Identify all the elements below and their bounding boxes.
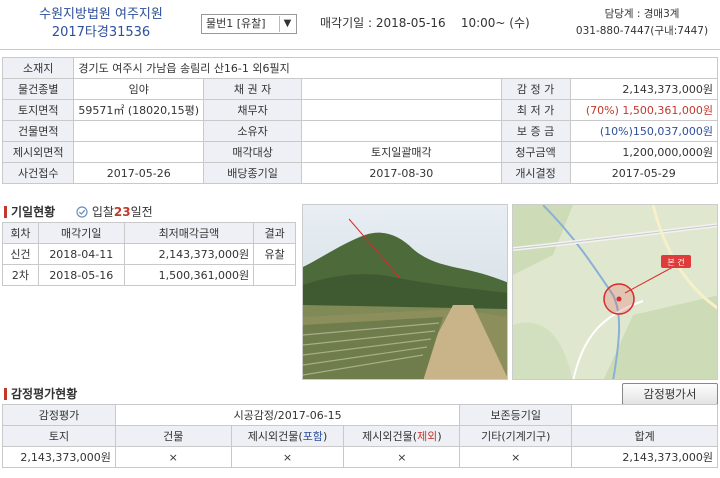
history-header: 최저매각금액 [123, 222, 255, 244]
dept-value: : 경매3계 [636, 8, 680, 20]
val-building: × [114, 446, 232, 468]
debtor-label: 채무자 [203, 99, 303, 121]
item-select-value: 물번1 [유찰] [206, 17, 266, 30]
days-count: 23 [113, 205, 131, 219]
claim-value: 1,200,000,000원 [569, 141, 719, 163]
location-map-image: 본 건 [513, 205, 717, 379]
owner-value [301, 120, 502, 142]
sale-target-value: 토지일괄매각 [301, 141, 502, 163]
col-other: 기타(기계기구) [459, 425, 573, 447]
location-map[interactable]: 본 건 [512, 204, 718, 380]
item-number-select[interactable]: 물번1 [유찰] ▼ [201, 14, 297, 34]
received-value: 2017-05-26 [73, 162, 205, 184]
section-marker-icon [4, 388, 7, 400]
table-row: 2차 2018-05-16 1,500,361,000원 [2, 264, 296, 286]
check-circle-icon [76, 206, 88, 218]
court-name: 수원지방법원 여주지원 [39, 7, 163, 22]
preservation-date-label: 보존등기일 [459, 404, 573, 426]
type-label: 물건종별 [1, 78, 75, 100]
department-info: 담당계 : 경매3계 031-880-7447(구내:7447) [568, 6, 716, 40]
owner-label: 소유자 [203, 120, 303, 142]
location-value: 경기도 여주시 가남읍 송림리 산16-1 외6필지 [73, 57, 718, 79]
creditor-value [301, 78, 502, 100]
land-area-label: 토지면적 [1, 99, 75, 121]
preservation-date-value [571, 404, 718, 426]
appraisal-report-button[interactable]: 감정평가서 [622, 383, 718, 405]
sale-date-label: 매각기일 [320, 16, 365, 30]
table-row: 2,143,373,000원 × × × × 2,143,373,000원 [2, 446, 718, 468]
received-label: 사건접수 [1, 162, 75, 184]
history-table: 회차 매각기일 최저매각금액 결과 신건 2018-04-11 2,143,37… [2, 222, 296, 286]
val-total: 2,143,373,000원 [571, 446, 718, 468]
days-remaining: 입찰23일전 [76, 204, 153, 220]
appraisal-label-cell: 감정평가 [2, 404, 116, 426]
appraisal-table: 감정평가 시공감정/2017-06-15 보존등기일 토지 건물 제시외건물(포… [2, 404, 718, 468]
type-value: 임야 [73, 78, 205, 100]
deposit-value: (10%)150,037,000원 [569, 120, 719, 142]
table-row: 신건 2018-04-11 2,143,373,000원 유찰 [2, 243, 296, 265]
start-decision-label: 개시결정 [500, 162, 571, 184]
location-label: 소재지 [1, 57, 75, 79]
dept-phone: 031-880-7447(구내:7447) [575, 25, 709, 37]
chevron-down-icon[interactable]: ▼ [279, 16, 295, 32]
dept-label: 담당계 [604, 8, 634, 20]
sale-date-value: : 2018-05-16 10:00~ (수) [368, 16, 530, 30]
start-decision-value: 2017-05-29 [569, 162, 719, 184]
dividend-deadline-label: 배당종기일 [203, 162, 303, 184]
section-marker-icon [4, 206, 7, 218]
val-land: 2,143,373,000원 [2, 446, 116, 468]
history-section-title: 기일현황 [4, 204, 55, 220]
col-excluded-building-excl: 제시외건물(제외) [343, 425, 461, 447]
min-price-label: 최 저 가 [500, 99, 571, 121]
val-excl: × [343, 446, 461, 468]
case-number: 2017타경31536 [51, 25, 151, 40]
col-land: 토지 [2, 425, 116, 447]
debtor-value [301, 99, 502, 121]
excluded-area-label: 제시외면적 [1, 141, 75, 163]
min-price-pct: (70%) [585, 104, 619, 117]
claim-label: 청구금액 [500, 141, 571, 163]
sale-date: 매각기일 : 2018-05-16 10:00~ (수) [320, 14, 560, 32]
history-header: 회차 [2, 222, 39, 244]
property-photo[interactable] [302, 204, 508, 380]
building-area-value [73, 120, 205, 142]
map-marker-label: 본 건 [667, 257, 684, 267]
appraisal-section-title: 감정평가현황 [4, 386, 77, 402]
building-area-label: 건물면적 [1, 120, 75, 142]
min-price-value: (70%) 1,500,361,000원 [569, 99, 719, 121]
deposit-label: 보 증 금 [500, 120, 571, 142]
case-info-table: 소재지 경기도 여주시 가남읍 송림리 산16-1 외6필지 물건종별 임야 채… [1, 57, 719, 184]
history-header: 매각기일 [37, 222, 125, 244]
col-excluded-building-incl: 제시외건물(포함) [230, 425, 345, 447]
dividend-deadline-value: 2017-08-30 [301, 162, 502, 184]
min-price-amount: 1,500,361,000원 [622, 104, 713, 117]
col-building: 건물 [114, 425, 232, 447]
val-other: × [459, 446, 573, 468]
land-area-value: 59571㎡ (18020,15평) [73, 99, 205, 121]
appraisal-agency: 시공감정/2017-06-15 [114, 404, 461, 426]
excluded-area-value [73, 141, 205, 163]
val-incl: × [230, 446, 345, 468]
creditor-label: 채 권 자 [203, 78, 303, 100]
history-header: 결과 [253, 222, 296, 244]
appraisal-value: 2,143,373,000원 [569, 78, 719, 100]
col-total: 합계 [571, 425, 718, 447]
court-title: 수원지방법원 여주지원 2017타경31536 [8, 6, 194, 42]
sale-target-label: 매각대상 [203, 141, 303, 163]
appraisal-label: 감 정 가 [500, 78, 571, 100]
site-photo-image [303, 205, 507, 379]
